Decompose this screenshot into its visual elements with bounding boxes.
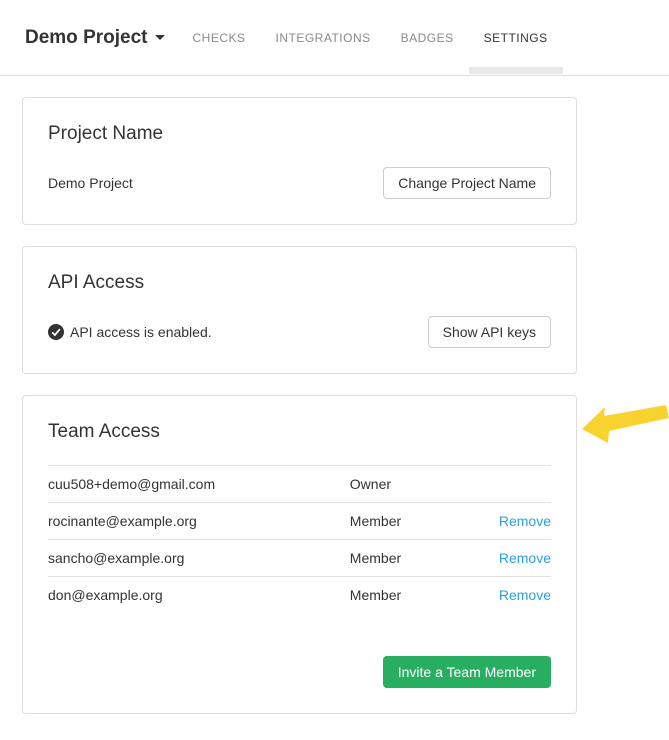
team-member-row: don@example.org Member Remove: [48, 577, 551, 614]
project-switcher-label: Demo Project: [25, 27, 147, 49]
member-role: Owner: [350, 466, 476, 503]
settings-page: Project Name Demo Project Change Project…: [0, 76, 669, 714]
project-name-card-title: Project Name: [48, 123, 551, 145]
member-email: don@example.org: [48, 577, 350, 614]
member-email: cuu508+demo@gmail.com: [48, 466, 350, 503]
team-members-table: cuu508+demo@gmail.com Owner rocinante@ex…: [48, 465, 551, 614]
member-role: Member: [350, 577, 476, 614]
show-api-keys-button[interactable]: Show API keys: [428, 316, 551, 348]
nav-tab-label: CHECKS: [192, 31, 245, 45]
check-circle-icon: [48, 324, 64, 340]
member-email: sancho@example.org: [48, 540, 350, 577]
current-project-name: Demo Project: [48, 175, 133, 191]
team-member-row: rocinante@example.org Member Remove: [48, 503, 551, 540]
team-member-row: cuu508+demo@gmail.com Owner: [48, 466, 551, 503]
member-remove-link[interactable]: Remove: [499, 550, 551, 566]
team-member-row: sancho@example.org Member Remove: [48, 540, 551, 577]
nav-tab-checks[interactable]: CHECKS: [177, 0, 260, 75]
nav-tab-integrations[interactable]: INTEGRATIONS: [261, 0, 386, 75]
project-switcher[interactable]: Demo Project: [25, 27, 165, 49]
member-remove-link[interactable]: Remove: [499, 513, 551, 529]
nav-tab-label: INTEGRATIONS: [276, 31, 371, 45]
team-access-card-title: Team Access: [48, 421, 551, 443]
project-name-card: Project Name Demo Project Change Project…: [22, 97, 577, 225]
invite-team-member-button[interactable]: Invite a Team Member: [383, 656, 551, 688]
nav-tab-badges[interactable]: BADGES: [386, 0, 469, 75]
nav-tab-label: SETTINGS: [484, 31, 548, 45]
chevron-down-icon: [155, 35, 165, 40]
member-role: Member: [350, 540, 476, 577]
member-remove-link[interactable]: Remove: [499, 587, 551, 603]
api-access-card: API Access API access is enabled. Show A…: [22, 246, 577, 374]
main-nav: CHECKS INTEGRATIONS BADGES SETTINGS: [177, 0, 562, 75]
api-access-card-title: API Access: [48, 272, 551, 294]
team-members-table-body: cuu508+demo@gmail.com Owner rocinante@ex…: [48, 466, 551, 614]
nav-tab-label: BADGES: [401, 31, 454, 45]
team-access-card: Team Access cuu508+demo@gmail.com Owner …: [22, 395, 577, 714]
nav-tab-settings[interactable]: SETTINGS: [469, 0, 563, 75]
api-access-status: API access is enabled.: [48, 324, 212, 340]
member-email: rocinante@example.org: [48, 503, 350, 540]
top-nav-bar: Demo Project CHECKS INTEGRATIONS BADGES …: [0, 0, 669, 76]
api-access-status-text: API access is enabled.: [70, 324, 212, 340]
member-role: Member: [350, 503, 476, 540]
change-project-name-button[interactable]: Change Project Name: [383, 167, 551, 199]
